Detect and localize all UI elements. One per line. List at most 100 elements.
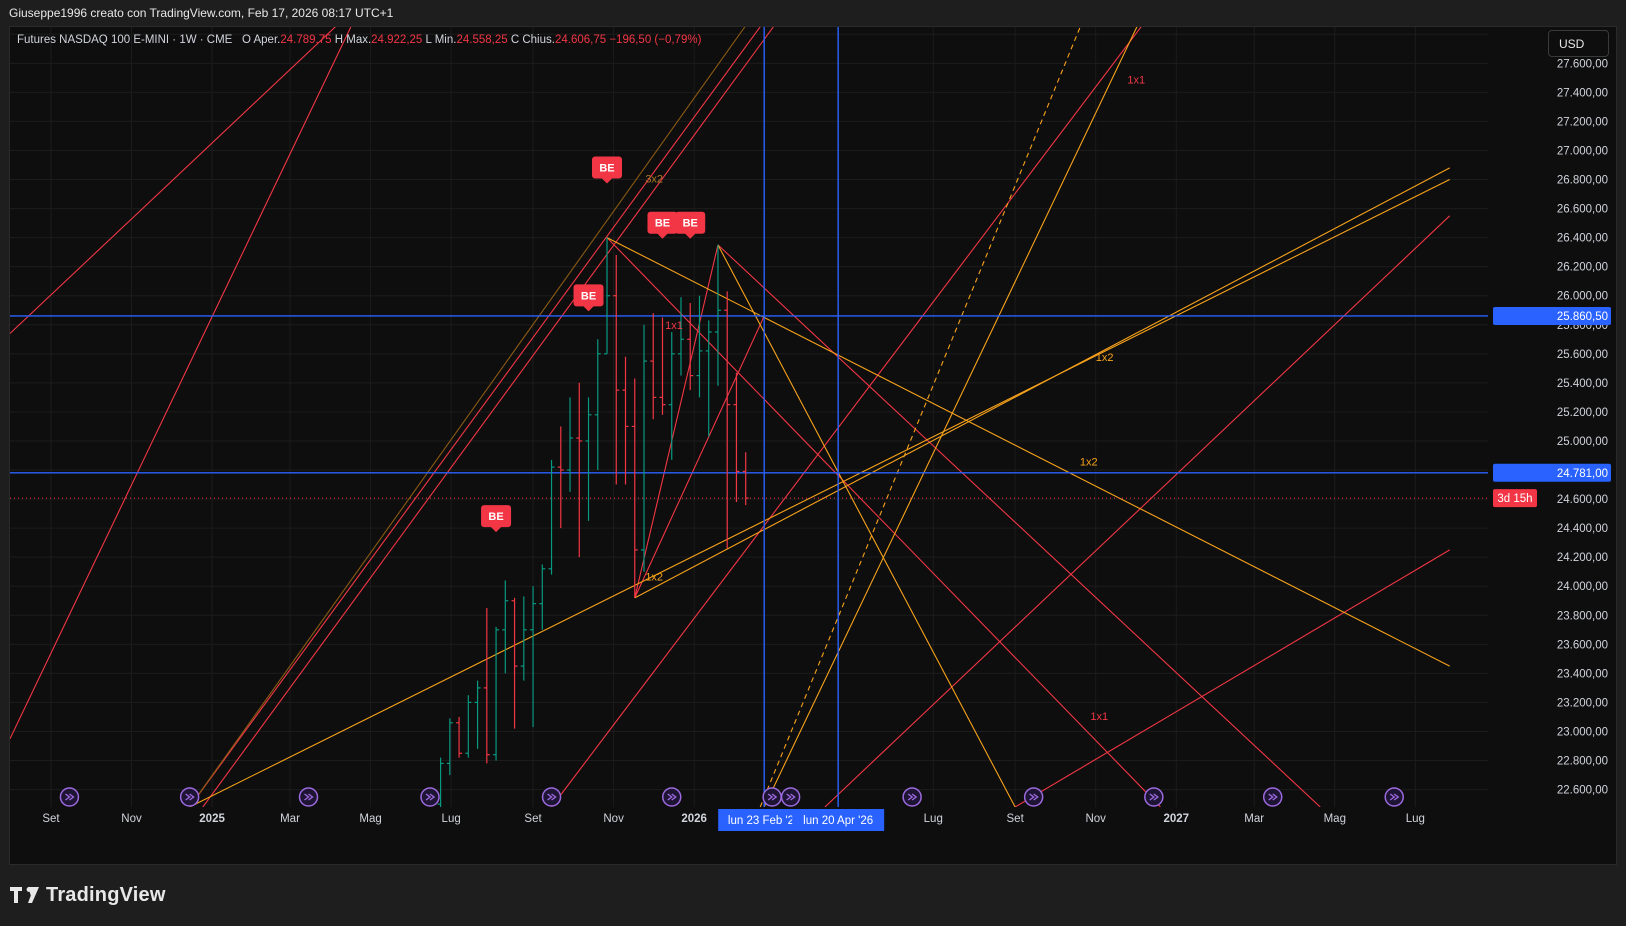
ohlc-bar [724, 291, 731, 549]
time-axis-tick-label: Mar [1244, 813, 1264, 825]
signal-marker-label: BE [488, 511, 503, 523]
time-axis: Set Nov 2025 Mar Mag Lug Set Nov 2026 Lug Set Nov 20… [10, 807, 1488, 864]
price-axis-tick-label: 23.200,00 [1557, 697, 1608, 709]
ohlc-bar [677, 297, 684, 376]
ohlc-bar [585, 397, 592, 521]
ohlc-bar [465, 695, 472, 758]
high-value: 24.922,25 [371, 34, 423, 46]
price-axis-tick-label: 24.600,00 [1557, 494, 1608, 506]
gann-angle-label: 1x2 [1096, 352, 1114, 364]
time-axis-tick-label: Set [42, 813, 60, 825]
signal-marker-pointer [601, 177, 614, 184]
event-icon [420, 787, 440, 807]
brand-name: TradingView [46, 883, 166, 906]
price-axis-tick-label: 27.200,00 [1557, 116, 1608, 128]
open-value: 24.789,75 [280, 34, 332, 46]
ohlc-bar [520, 596, 527, 681]
ohlc-bar [502, 580, 509, 674]
grid-layer [10, 27, 1488, 807]
signal-marker-label: BE [599, 163, 614, 175]
gann-fan-line [189, 179, 1450, 807]
gann-fan-line [1014, 549, 1450, 807]
signal-marker-be: BE [675, 211, 706, 239]
price-axis-tick-label: 24.400,00 [1557, 523, 1608, 535]
ohlc-bar [446, 718, 453, 776]
gann-fan-line [717, 244, 1016, 807]
event-icon [298, 787, 319, 807]
high-text: Max. [346, 34, 372, 46]
plot-layer: 3x2 1x1 1x2 1x2 1x2 1x1 1x1 [10, 27, 1488, 807]
gann-angle-label: 1x1 [1127, 75, 1145, 87]
price-axis-tick-label: 23.800,00 [1557, 610, 1608, 622]
ohlc-bar [640, 324, 647, 572]
symbol-name: Futures NASDAQ 100 E-MINI · 1W · CME [17, 34, 233, 46]
price-line-badge-label: 25.860,50 [1557, 311, 1608, 323]
event-icon [179, 787, 200, 807]
event-icon [1262, 787, 1283, 807]
ohlc-bar [474, 680, 481, 749]
price-axis-tick-label: 25.400,00 [1557, 378, 1608, 390]
price-axis-tick-label: 25.600,00 [1557, 349, 1608, 361]
time-axis-tick-label: Nov [1085, 813, 1106, 825]
time-axis-tick-label: Mag [359, 813, 381, 825]
price-axis: 22.600,00 22.800,00 23.000,00 23.200,00 23.4… [1488, 27, 1616, 864]
time-axis-tick-label: Lug [1406, 813, 1425, 825]
open-label: O [241, 34, 251, 46]
close-value: 24.606,75 [554, 34, 607, 46]
gann-angle-label: 3x2 [645, 173, 663, 185]
currency-selector[interactable]: USD [1548, 30, 1609, 57]
gann-fan-line [202, 27, 774, 807]
chart-frame[interactable]: 3x2 1x1 1x2 1x2 1x2 1x1 1x1 BE BE BE BE BE 22.600,00… [9, 26, 1617, 865]
time-axis-tick-label: Mag [1324, 813, 1346, 825]
attribution-text: Giuseppe1996 creato con TradingView.com,… [9, 6, 394, 20]
time-axis-tick-label: Nov [121, 813, 142, 825]
signal-marker-label: BE [683, 218, 698, 230]
price-axis-tick-label: 26.400,00 [1557, 233, 1608, 245]
event-icon [1384, 787, 1404, 807]
ohlc-bar [456, 716, 463, 758]
event-icon [1023, 787, 1044, 807]
ohlc-bar [613, 255, 620, 485]
ohlc-bar [650, 313, 657, 420]
close-text: Chius. [522, 34, 555, 46]
event-icon [902, 787, 922, 807]
ohlc-bar [530, 586, 537, 728]
time-axis-tick-label: 2025 [199, 813, 225, 825]
gann-fan-line [606, 237, 1450, 667]
gann-fan-line [10, 27, 336, 334]
close-label: C [510, 34, 520, 46]
price-axis-tick-label: 22.800,00 [1557, 756, 1608, 768]
time-axis-tick-label: 2027 [1163, 813, 1189, 825]
low-value: 24.558,25 [456, 34, 508, 46]
signal-marker-be: BE [573, 284, 604, 312]
signal-marker-pointer [490, 526, 503, 533]
price-axis-tick-label: 23.400,00 [1557, 668, 1608, 680]
ohlc-bar [493, 626, 500, 761]
ohlc-bar [594, 339, 601, 471]
attribution-bar: Giuseppe1996 creato con TradingView.com,… [0, 0, 1626, 26]
gann-fan-line [763, 27, 1138, 807]
ohlc-bar [539, 564, 546, 630]
ohlc-bar [696, 295, 703, 398]
ohlc-bar [705, 320, 712, 437]
ohlc-legend: Futures NASDAQ 100 E-MINI · 1W · CME O A… [17, 34, 701, 46]
low-text: Min. [434, 34, 457, 46]
time-line-badge-label: lun 20 Apr '26 [803, 815, 873, 827]
gann-fan-line [189, 27, 761, 807]
signal-marker-label: BE [655, 218, 670, 230]
price-chart[interactable]: 3x2 1x1 1x2 1x2 1x2 1x1 1x1 BE BE BE BE BE 22.600,00… [10, 27, 1616, 864]
time-axis-tick-label: Lug [442, 813, 461, 825]
time-axis-tick-label: Set [1007, 813, 1025, 825]
gann-angle-label: 1x1 [665, 320, 683, 332]
time-axis-tick-label: Nov [603, 813, 624, 825]
ohlc-bar [733, 372, 740, 502]
gann-fan-line [824, 215, 1451, 807]
price-axis-tick-label: 25.200,00 [1557, 407, 1608, 419]
ohlc-bar [483, 608, 490, 764]
change-value: −196,50 (−0,79%) [609, 34, 702, 46]
price-axis-tick-label: 27.400,00 [1557, 87, 1608, 99]
gann-angle-label: 1x2 [645, 571, 663, 583]
price-axis-tick-label: 26.600,00 [1557, 204, 1608, 216]
low-label: L [425, 34, 432, 46]
price-axis-tick-label: 26.000,00 [1557, 291, 1608, 303]
